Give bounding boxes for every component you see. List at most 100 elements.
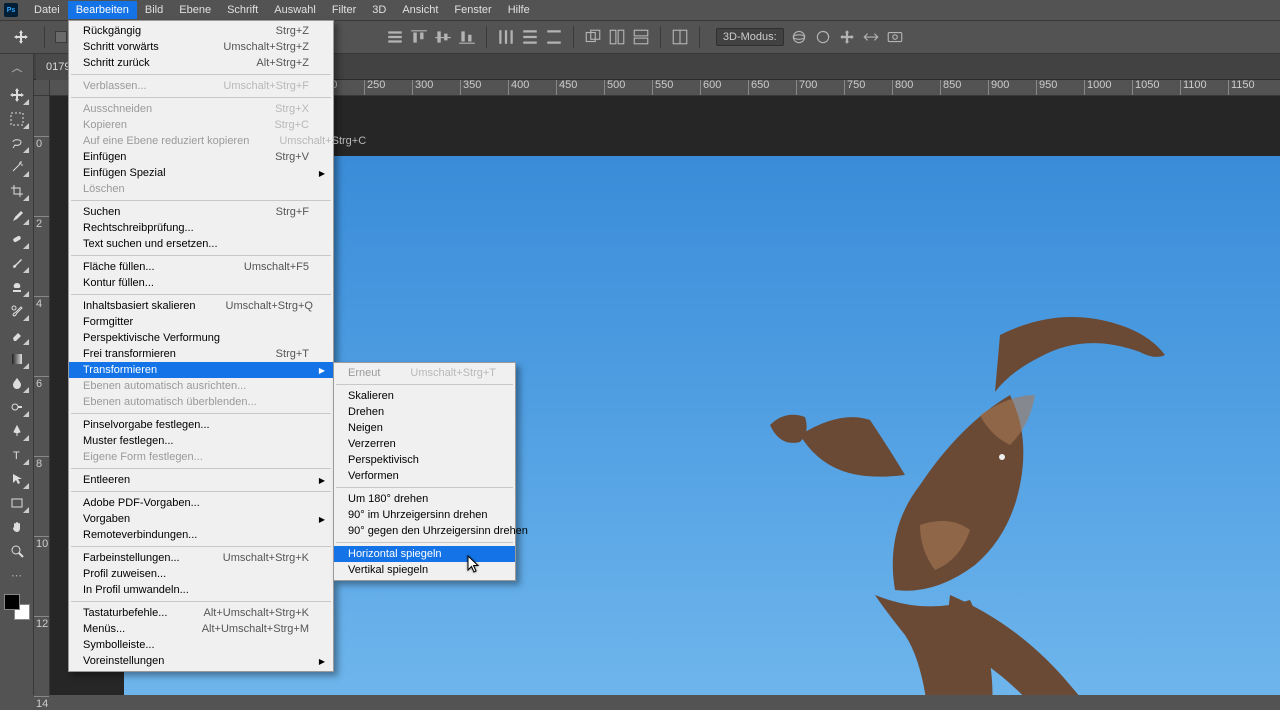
blur-tool[interactable]: [4, 372, 30, 394]
edit-menu-item[interactable]: Tastaturbefehle...Alt+Umschalt+Strg+K: [69, 605, 333, 621]
edit-menu-item[interactable]: Frei transformierenStrg+T: [69, 346, 333, 362]
auto-select-checkbox[interactable]: [55, 31, 67, 43]
roll-icon[interactable]: [814, 28, 832, 46]
edit-menu-item[interactable]: Profil zuweisen...: [69, 566, 333, 582]
edit-menu-item[interactable]: Inhaltsbasiert skalierenUmschalt+Strg+Q: [69, 298, 333, 314]
gradient-tool[interactable]: [4, 348, 30, 370]
marquee-tool[interactable]: [4, 108, 30, 130]
tool-strip: T ⋯: [0, 54, 34, 695]
transform-menu-item[interactable]: Vertikal spiegeln: [334, 562, 515, 578]
type-tool[interactable]: T: [4, 444, 30, 466]
edit-menu-item[interactable]: Symbolleiste...: [69, 637, 333, 653]
stamp-tool[interactable]: [4, 276, 30, 298]
edit-menu-item[interactable]: Schritt vorwärtsUmschalt+Strg+Z: [69, 39, 333, 55]
slide-icon[interactable]: [862, 28, 880, 46]
transform-menu-item-label: Verformen: [348, 470, 491, 482]
edit-menu-item-label: Ebenen automatisch überblenden...: [83, 396, 309, 408]
distribute-v-icon[interactable]: [545, 28, 563, 46]
edit-menu-item[interactable]: Pinselvorgabe festlegen...: [69, 417, 333, 433]
edit-menu-item-label: Frei transformieren: [83, 348, 246, 360]
pan-icon[interactable]: [838, 28, 856, 46]
edit-menu-item-label: Ausschneiden: [83, 103, 245, 115]
menubar-item-bild[interactable]: Bild: [137, 1, 171, 19]
edit-menu-item[interactable]: Rechtschreibprüfung...: [69, 220, 333, 236]
align-bottom-icon[interactable]: [458, 28, 476, 46]
hand-tool[interactable]: [4, 516, 30, 538]
menubar-item-3d[interactable]: 3D: [364, 1, 394, 19]
menubar-item-ansicht[interactable]: Ansicht: [394, 1, 446, 19]
eraser-tool[interactable]: [4, 324, 30, 346]
edit-menu-item[interactable]: SuchenStrg+F: [69, 204, 333, 220]
menubar-item-ebene[interactable]: Ebene: [171, 1, 219, 19]
distribute-icon[interactable]: [497, 28, 515, 46]
edit-menu-item[interactable]: Transformieren: [69, 362, 333, 378]
lasso-tool[interactable]: [4, 132, 30, 154]
align-top-icon[interactable]: [410, 28, 428, 46]
edit-menu-item[interactable]: Text suchen und ersetzen...: [69, 236, 333, 252]
edit-toolbar-icon[interactable]: ⋯: [4, 564, 30, 586]
collapse-handle[interactable]: [4, 60, 30, 82]
align-icon[interactable]: [386, 28, 404, 46]
edit-menu-item: Löschen: [69, 181, 333, 197]
menubar-item-fenster[interactable]: Fenster: [446, 1, 499, 19]
align-vcenter-icon[interactable]: [434, 28, 452, 46]
wand-tool[interactable]: [4, 156, 30, 178]
edit-menu-item[interactable]: Adobe PDF-Vorgaben...: [69, 495, 333, 511]
transform-menu-item[interactable]: Horizontal spiegeln: [334, 546, 515, 562]
menu-shortcut: Alt+Strg+Z: [256, 57, 309, 69]
transform-menu-item[interactable]: Neigen: [334, 420, 515, 436]
transform-menu-item[interactable]: Drehen: [334, 404, 515, 420]
edit-menu-item[interactable]: Kontur füllen...: [69, 275, 333, 291]
transform-menu-item[interactable]: Perspektivisch: [334, 452, 515, 468]
path-select-tool[interactable]: [4, 468, 30, 490]
shape-tool[interactable]: [4, 492, 30, 514]
edit-menu-item[interactable]: Muster festlegen...: [69, 433, 333, 449]
crop-tool[interactable]: [4, 180, 30, 202]
menubar-item-schrift[interactable]: Schrift: [219, 1, 266, 19]
pen-tool[interactable]: [4, 420, 30, 442]
menubar-item-filter[interactable]: Filter: [324, 1, 364, 19]
edit-menu-item-label: In Profil umwandeln...: [83, 584, 309, 596]
transform-menu-item[interactable]: Verzerren: [334, 436, 515, 452]
distribute-h-icon[interactable]: [521, 28, 539, 46]
dodge-tool[interactable]: [4, 396, 30, 418]
menubar-item-hilfe[interactable]: Hilfe: [500, 1, 538, 19]
menubar-item-auswahl[interactable]: Auswahl: [266, 1, 324, 19]
brush-tool[interactable]: [4, 252, 30, 274]
transform-menu-item[interactable]: Verformen: [334, 468, 515, 484]
menu-shortcut: Umschalt+Strg+Z: [223, 41, 309, 53]
zoom-tool[interactable]: [4, 540, 30, 562]
transform-menu-item[interactable]: 90° im Uhrzeigersinn drehen: [334, 507, 515, 523]
edit-menu-item[interactable]: Formgitter: [69, 314, 333, 330]
transform-menu-item[interactable]: Skalieren: [334, 388, 515, 404]
arrange-icon[interactable]: [584, 28, 602, 46]
orbit-icon[interactable]: [790, 28, 808, 46]
edit-menu-item: AusschneidenStrg+X: [69, 101, 333, 117]
arrange2-icon[interactable]: [608, 28, 626, 46]
arrange4-icon[interactable]: [671, 28, 689, 46]
edit-menu-item[interactable]: Remoteverbindungen...: [69, 527, 333, 543]
edit-menu-item[interactable]: Schritt zurückAlt+Strg+Z: [69, 55, 333, 71]
menubar-item-datei[interactable]: Datei: [26, 1, 68, 19]
edit-menu-item[interactable]: In Profil umwandeln...: [69, 582, 333, 598]
edit-menu-item[interactable]: Menüs...Alt+Umschalt+Strg+M: [69, 621, 333, 637]
arrange3-icon[interactable]: [632, 28, 650, 46]
edit-menu-item[interactable]: Perspektivische Verformung: [69, 330, 333, 346]
color-swatches[interactable]: [4, 594, 30, 620]
edit-menu-item[interactable]: EinfügenStrg+V: [69, 149, 333, 165]
edit-menu-item[interactable]: Einfügen Spezial: [69, 165, 333, 181]
edit-menu-item[interactable]: Entleeren: [69, 472, 333, 488]
edit-menu-item[interactable]: Vorgaben: [69, 511, 333, 527]
transform-menu-item[interactable]: 90° gegen den Uhrzeigersinn drehen: [334, 523, 515, 539]
heal-tool[interactable]: [4, 228, 30, 250]
transform-menu-item[interactable]: Um 180° drehen: [334, 491, 515, 507]
edit-menu-item[interactable]: Farbeinstellungen...Umschalt+Strg+K: [69, 550, 333, 566]
edit-menu-item[interactable]: Voreinstellungen: [69, 653, 333, 669]
edit-menu-item[interactable]: Fläche füllen...Umschalt+F5: [69, 259, 333, 275]
menubar-item-bearbeiten[interactable]: Bearbeiten: [68, 1, 137, 19]
zoom3d-icon[interactable]: [886, 28, 904, 46]
history-brush-tool[interactable]: [4, 300, 30, 322]
edit-menu-item[interactable]: RückgängigStrg+Z: [69, 23, 333, 39]
eyedropper-tool[interactable]: [4, 204, 30, 226]
move-tool[interactable]: [4, 84, 30, 106]
